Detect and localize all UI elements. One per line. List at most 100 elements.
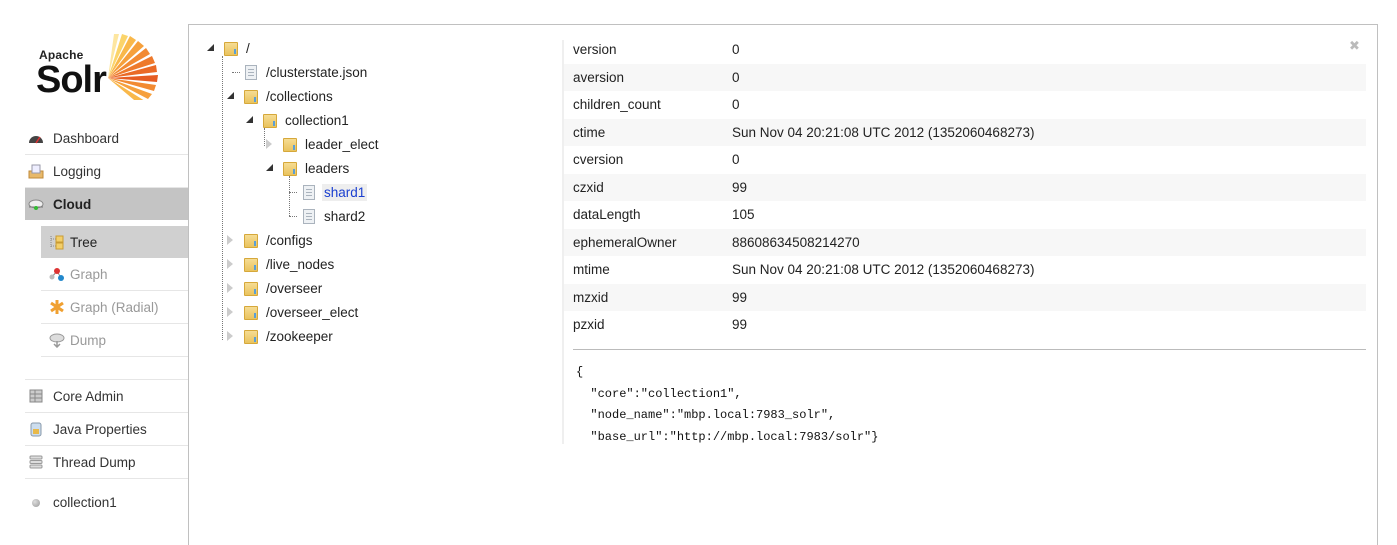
- property-row: children_count 0: [564, 91, 1366, 119]
- sidebar-item-label: Thread Dump: [53, 454, 136, 470]
- folder-icon: [244, 328, 258, 344]
- tree-expanded-icon[interactable]: [224, 89, 238, 103]
- tree-expanded-icon[interactable]: [263, 161, 277, 175]
- tree-node-label[interactable]: /: [244, 40, 252, 57]
- tree-node-leader-elect[interactable]: leader_elect: [263, 133, 381, 155]
- tree-node-configs[interactable]: /configs: [224, 229, 315, 251]
- folder-icon: [244, 304, 258, 320]
- tree-node-label[interactable]: /overseer: [264, 280, 324, 297]
- dump-icon: [49, 332, 65, 349]
- tree-node-label[interactable]: /live_nodes: [264, 256, 336, 273]
- tree-node-label[interactable]: shard1: [322, 183, 368, 201]
- sidebar-item-label: Java Properties: [53, 421, 147, 437]
- property-key: mzxid: [573, 289, 609, 305]
- close-icon[interactable]: ✖: [1349, 39, 1360, 52]
- property-value: Sun Nov 04 20:21:08 UTC 2012 (1352060468…: [732, 262, 1035, 278]
- sidebar-item-label: Dashboard: [53, 130, 120, 146]
- property-value: 0: [732, 97, 740, 113]
- tree-icon: [49, 234, 65, 250]
- sidebar-item-label: Logging: [53, 163, 102, 179]
- dashboard-icon: [28, 130, 44, 146]
- file-icon: [302, 208, 316, 224]
- tree-node-label[interactable]: /configs: [264, 232, 315, 249]
- file-icon: [244, 64, 258, 80]
- property-key: pzxid: [573, 317, 605, 333]
- tree-collapsed-icon[interactable]: [224, 233, 238, 247]
- logging-icon: [28, 163, 44, 179]
- property-key: ephemeralOwner: [573, 234, 677, 250]
- file-icon: [302, 184, 316, 200]
- thread-dump-icon: [28, 454, 44, 470]
- property-key: ctime: [573, 124, 606, 140]
- tree-expanded-icon[interactable]: [204, 41, 218, 55]
- tree-node-clusterstate[interactable]: /clusterstate.json: [224, 61, 369, 83]
- tree-node-overseer[interactable]: /overseer: [224, 277, 324, 299]
- property-value: 99: [732, 317, 748, 333]
- tree-expanded-icon[interactable]: [243, 113, 257, 127]
- tree-node-root[interactable]: /: [204, 37, 252, 59]
- property-row: mtime Sun Nov 04 20:21:08 UTC 2012 (13520…: [564, 256, 1366, 284]
- property-value: 88608634508214270: [732, 234, 860, 250]
- tree-node-collections[interactable]: /collections: [224, 85, 335, 107]
- tree-node-overseer-elect[interactable]: /overseer_elect: [224, 301, 360, 323]
- tree-node-label[interactable]: /clusterstate.json: [264, 64, 369, 81]
- property-row: ephemeralOwner 88608634508214270: [564, 228, 1366, 256]
- sidebar-subitem-tree[interactable]: Tree: [41, 226, 188, 258]
- sidebar-item-dashboard[interactable]: Dashboard: [25, 122, 188, 155]
- solr-logo[interactable]: Apache Solr: [36, 32, 170, 104]
- property-key: cversion: [573, 152, 624, 168]
- folder-icon: [244, 232, 258, 248]
- sidebar-item-core-admin[interactable]: Core Admin: [25, 380, 188, 413]
- sidebar-item-label: Graph: [70, 266, 108, 282]
- java-properties-icon: [28, 421, 44, 437]
- property-row: mzxid 99: [564, 283, 1366, 311]
- property-row: cversion 0: [564, 146, 1366, 174]
- property-value: 0: [732, 69, 740, 85]
- property-key: dataLength: [573, 207, 641, 223]
- tree-node-label[interactable]: shard2: [322, 208, 367, 225]
- tree-node-label[interactable]: /zookeeper: [264, 328, 335, 345]
- tree-node-label[interactable]: leaders: [303, 160, 351, 177]
- tree-node-label[interactable]: collection1: [283, 112, 351, 129]
- sidebar-item-thread-dump[interactable]: Thread Dump: [25, 446, 188, 479]
- property-value: Sun Nov 04 20:21:08 UTC 2012 (1352060468…: [732, 124, 1035, 140]
- tree-collapsed-icon[interactable]: [224, 281, 238, 295]
- sidebar-item-label: Tree: [70, 234, 98, 250]
- sidebar-subitem-dump[interactable]: Dump: [41, 324, 188, 357]
- property-key: mtime: [573, 262, 610, 278]
- sidebar-item-logging[interactable]: Logging: [25, 155, 188, 188]
- property-key: version: [573, 42, 617, 58]
- property-row: dataLength 105: [564, 201, 1366, 229]
- tree-node-shard2[interactable]: shard2: [282, 205, 367, 227]
- property-value: 99: [732, 289, 748, 305]
- logo-solr-text: Solr: [36, 59, 107, 101]
- sidebar-menu: Dashboard Logging Cloud Tree Graph Graph…: [25, 122, 188, 479]
- sidebar-subitem-graph-radial[interactable]: Graph (Radial): [41, 291, 188, 324]
- tree-node-live-nodes[interactable]: /live_nodes: [224, 253, 336, 275]
- sidebar-item-java-properties[interactable]: Java Properties: [25, 413, 188, 446]
- sidebar-item-label: Cloud: [53, 196, 92, 212]
- core-admin-icon: [28, 388, 44, 404]
- tree-collapsed-icon[interactable]: [224, 257, 238, 271]
- tree-collapsed-icon[interactable]: [263, 137, 277, 151]
- folder-icon: [283, 136, 297, 152]
- property-value: 99: [732, 179, 748, 195]
- tree-collapsed-icon[interactable]: [224, 329, 238, 343]
- tree-node-collection1[interactable]: collection1: [243, 109, 351, 131]
- tree-node-leaders[interactable]: leaders: [263, 157, 351, 179]
- folder-icon: [224, 40, 238, 56]
- tree-node-label[interactable]: /overseer_elect: [264, 304, 360, 321]
- content-separator: [573, 349, 1366, 350]
- folder-icon: [244, 256, 258, 272]
- sidebar-subitem-graph[interactable]: Graph: [41, 258, 188, 291]
- tree-node-shard1[interactable]: shard1: [282, 181, 368, 203]
- sidebar-item-label: Dump: [70, 332, 107, 348]
- tree-node-zookeeper[interactable]: /zookeeper: [224, 325, 335, 347]
- tree-node-label[interactable]: /collections: [264, 88, 335, 105]
- node-content: { "core":"collection1", "node_name":"mbp…: [576, 365, 879, 444]
- tree-node-label[interactable]: leader_elect: [303, 136, 381, 153]
- sidebar-item-label: Graph (Radial): [70, 299, 159, 315]
- sidebar-item-cloud[interactable]: Cloud: [25, 188, 188, 220]
- tree-collapsed-icon[interactable]: [224, 305, 238, 319]
- core-selector[interactable]: collection1: [32, 495, 117, 510]
